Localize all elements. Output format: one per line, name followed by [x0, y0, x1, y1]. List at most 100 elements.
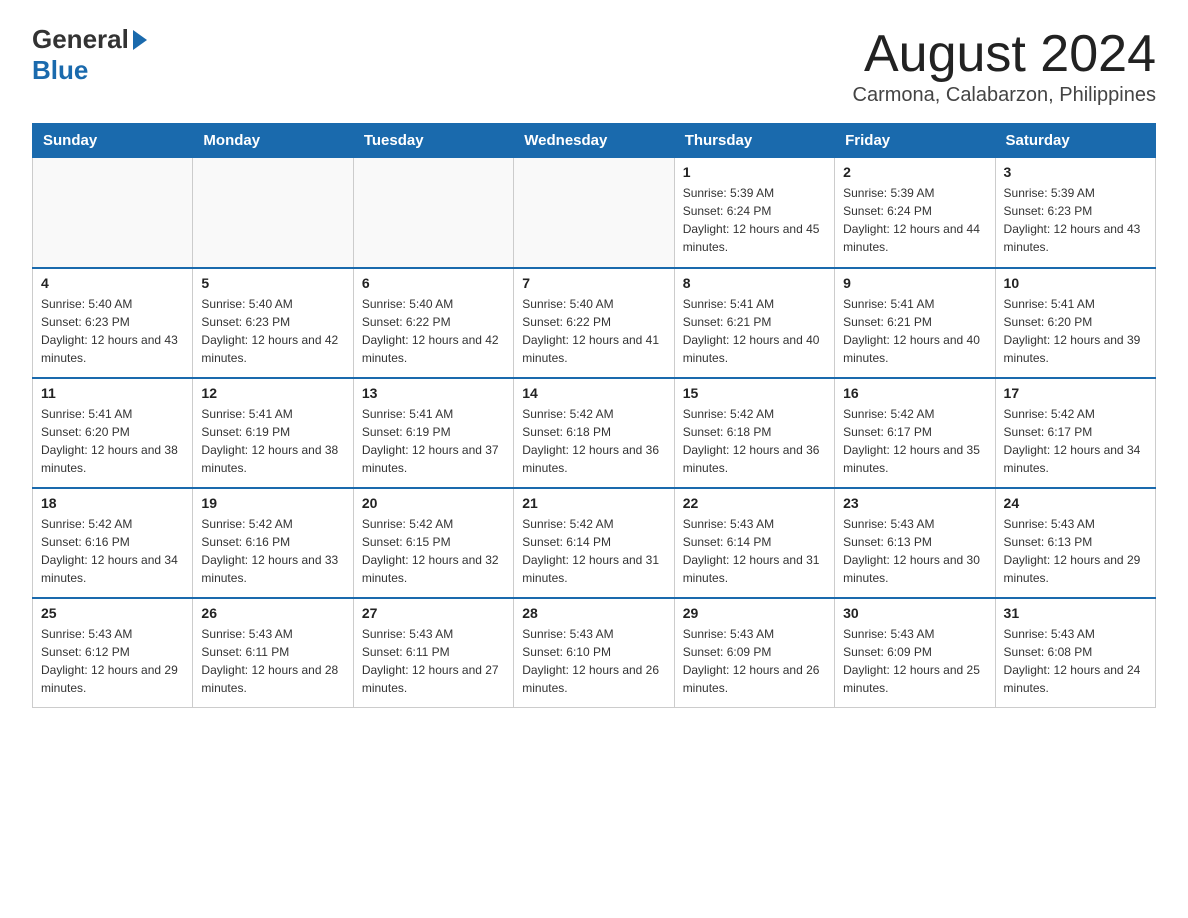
- day-info: Sunrise: 5:39 AM Sunset: 6:23 PM Dayligh…: [1004, 184, 1147, 256]
- day-info: Sunrise: 5:42 AM Sunset: 6:17 PM Dayligh…: [843, 405, 986, 477]
- day-info: Sunrise: 5:41 AM Sunset: 6:19 PM Dayligh…: [201, 405, 344, 477]
- calendar-cell: 8Sunrise: 5:41 AM Sunset: 6:21 PM Daylig…: [674, 268, 834, 378]
- day-info: Sunrise: 5:39 AM Sunset: 6:24 PM Dayligh…: [683, 184, 826, 256]
- day-number: 24: [1004, 495, 1147, 511]
- day-number: 25: [41, 605, 184, 621]
- calendar-cell: 29Sunrise: 5:43 AM Sunset: 6:09 PM Dayli…: [674, 598, 834, 708]
- calendar-cell: 11 Sunrise: 5:41 AM Sunset: 6:20 PM Dayli…: [33, 378, 193, 488]
- week-row-4: 18Sunrise: 5:42 AM Sunset: 6:16 PM Dayli…: [33, 488, 1156, 598]
- logo-general-text: General: [32, 24, 129, 55]
- calendar-cell: 31Sunrise: 5:43 AM Sunset: 6:08 PM Dayli…: [995, 598, 1155, 708]
- day-header-sunday: Sunday: [33, 124, 193, 158]
- calendar-cell: 23 Sunrise: 5:43 AM Sunset: 6:13 PM Dayli…: [835, 488, 995, 598]
- location-title: Carmona, Calabarzon, Philippines: [853, 84, 1157, 107]
- day-number: 31: [1004, 605, 1147, 621]
- day-number: 4: [41, 275, 184, 291]
- calendar-cell: 20 Sunrise: 5:42 AM Sunset: 6:15 PM Dayli…: [353, 488, 513, 598]
- day-number: 27: [362, 605, 505, 621]
- logo-arrow-icon: [133, 30, 147, 50]
- calendar-cell: 15 Sunrise: 5:42 AM Sunset: 6:18 PM Dayli…: [674, 378, 834, 488]
- day-info: Sunrise: 5:41 AM Sunset: 6:19 PM Dayligh…: [362, 405, 505, 477]
- day-number: 7: [522, 275, 665, 291]
- day-number: 2: [843, 164, 986, 180]
- month-title: August 2024: [853, 24, 1157, 84]
- day-number: 22: [683, 495, 826, 511]
- day-number: 10: [1004, 275, 1147, 291]
- day-info: Sunrise: 5:41 AM Sunset: 6:20 PM Dayligh…: [41, 405, 184, 477]
- calendar-cell: 5 Sunrise: 5:40 AM Sunset: 6:23 PM Daylig…: [193, 268, 353, 378]
- day-info: Sunrise: 5:41 AM Sunset: 6:21 PM Dayligh…: [843, 295, 986, 367]
- week-row-3: 11 Sunrise: 5:41 AM Sunset: 6:20 PM Dayli…: [33, 378, 1156, 488]
- day-info: Sunrise: 5:42 AM Sunset: 6:18 PM Dayligh…: [683, 405, 826, 477]
- calendar-cell: 13 Sunrise: 5:41 AM Sunset: 6:19 PM Dayli…: [353, 378, 513, 488]
- calendar-cell: 18Sunrise: 5:42 AM Sunset: 6:16 PM Dayli…: [33, 488, 193, 598]
- day-header-tuesday: Tuesday: [353, 124, 513, 158]
- day-info: Sunrise: 5:43 AM Sunset: 6:14 PM Dayligh…: [683, 515, 826, 587]
- page-header: General Blue August 2024 Carmona, Calaba…: [32, 24, 1156, 107]
- calendar-cell: 22 Sunrise: 5:43 AM Sunset: 6:14 PM Dayli…: [674, 488, 834, 598]
- week-row-5: 25 Sunrise: 5:43 AM Sunset: 6:12 PM Dayli…: [33, 598, 1156, 708]
- day-number: 6: [362, 275, 505, 291]
- day-number: 21: [522, 495, 665, 511]
- title-block: August 2024 Carmona, Calabarzon, Philipp…: [853, 24, 1157, 107]
- day-number: 11: [41, 385, 184, 401]
- calendar-cell: [514, 158, 674, 268]
- week-row-2: 4 Sunrise: 5:40 AM Sunset: 6:23 PM Daylig…: [33, 268, 1156, 378]
- calendar-cell: 7Sunrise: 5:40 AM Sunset: 6:22 PM Daylig…: [514, 268, 674, 378]
- day-number: 3: [1004, 164, 1147, 180]
- day-number: 26: [201, 605, 344, 621]
- day-header-saturday: Saturday: [995, 124, 1155, 158]
- day-info: Sunrise: 5:42 AM Sunset: 6:18 PM Dayligh…: [522, 405, 665, 477]
- day-info: Sunrise: 5:43 AM Sunset: 6:10 PM Dayligh…: [522, 625, 665, 697]
- calendar-cell: [33, 158, 193, 268]
- calendar-cell: 28 Sunrise: 5:43 AM Sunset: 6:10 PM Dayli…: [514, 598, 674, 708]
- day-info: Sunrise: 5:40 AM Sunset: 6:23 PM Dayligh…: [41, 295, 184, 367]
- day-info: Sunrise: 5:42 AM Sunset: 6:15 PM Dayligh…: [362, 515, 505, 587]
- calendar-cell: [353, 158, 513, 268]
- calendar-table: SundayMondayTuesdayWednesdayThursdayFrid…: [32, 123, 1156, 708]
- day-number: 1: [683, 164, 826, 180]
- day-info: Sunrise: 5:43 AM Sunset: 6:11 PM Dayligh…: [362, 625, 505, 697]
- day-number: 9: [843, 275, 986, 291]
- calendar-cell: 21Sunrise: 5:42 AM Sunset: 6:14 PM Dayli…: [514, 488, 674, 598]
- calendar-header-row: SundayMondayTuesdayWednesdayThursdayFrid…: [33, 124, 1156, 158]
- calendar-cell: 3 Sunrise: 5:39 AM Sunset: 6:23 PM Daylig…: [995, 158, 1155, 268]
- day-number: 14: [522, 385, 665, 401]
- day-info: Sunrise: 5:40 AM Sunset: 6:22 PM Dayligh…: [362, 295, 505, 367]
- day-header-friday: Friday: [835, 124, 995, 158]
- calendar-cell: 4 Sunrise: 5:40 AM Sunset: 6:23 PM Daylig…: [33, 268, 193, 378]
- day-number: 8: [683, 275, 826, 291]
- day-number: 13: [362, 385, 505, 401]
- day-number: 16: [843, 385, 986, 401]
- calendar-cell: 25 Sunrise: 5:43 AM Sunset: 6:12 PM Dayli…: [33, 598, 193, 708]
- day-number: 20: [362, 495, 505, 511]
- calendar-cell: 12Sunrise: 5:41 AM Sunset: 6:19 PM Dayli…: [193, 378, 353, 488]
- day-info: Sunrise: 5:42 AM Sunset: 6:16 PM Dayligh…: [41, 515, 184, 587]
- day-number: 19: [201, 495, 344, 511]
- logo: General Blue: [32, 24, 147, 86]
- calendar-cell: 10Sunrise: 5:41 AM Sunset: 6:20 PM Dayli…: [995, 268, 1155, 378]
- calendar-cell: 26 Sunrise: 5:43 AM Sunset: 6:11 PM Dayli…: [193, 598, 353, 708]
- day-number: 29: [683, 605, 826, 621]
- day-header-thursday: Thursday: [674, 124, 834, 158]
- day-number: 5: [201, 275, 344, 291]
- day-info: Sunrise: 5:40 AM Sunset: 6:23 PM Dayligh…: [201, 295, 344, 367]
- day-number: 15: [683, 385, 826, 401]
- day-number: 30: [843, 605, 986, 621]
- day-number: 28: [522, 605, 665, 621]
- day-info: Sunrise: 5:43 AM Sunset: 6:13 PM Dayligh…: [843, 515, 986, 587]
- day-info: Sunrise: 5:43 AM Sunset: 6:12 PM Dayligh…: [41, 625, 184, 697]
- day-number: 23: [843, 495, 986, 511]
- calendar-cell: 6 Sunrise: 5:40 AM Sunset: 6:22 PM Daylig…: [353, 268, 513, 378]
- logo-blue-text: Blue: [32, 55, 88, 86]
- calendar-cell: 14 Sunrise: 5:42 AM Sunset: 6:18 PM Dayli…: [514, 378, 674, 488]
- calendar-cell: 2 Sunrise: 5:39 AM Sunset: 6:24 PM Daylig…: [835, 158, 995, 268]
- day-info: Sunrise: 5:43 AM Sunset: 6:13 PM Dayligh…: [1004, 515, 1147, 587]
- calendar-cell: 1 Sunrise: 5:39 AM Sunset: 6:24 PM Daylig…: [674, 158, 834, 268]
- day-info: Sunrise: 5:43 AM Sunset: 6:09 PM Dayligh…: [843, 625, 986, 697]
- calendar-cell: 24 Sunrise: 5:43 AM Sunset: 6:13 PM Dayli…: [995, 488, 1155, 598]
- day-info: Sunrise: 5:43 AM Sunset: 6:11 PM Dayligh…: [201, 625, 344, 697]
- day-info: Sunrise: 5:39 AM Sunset: 6:24 PM Dayligh…: [843, 184, 986, 256]
- calendar-cell: 19Sunrise: 5:42 AM Sunset: 6:16 PM Dayli…: [193, 488, 353, 598]
- calendar-cell: 30 Sunrise: 5:43 AM Sunset: 6:09 PM Dayli…: [835, 598, 995, 708]
